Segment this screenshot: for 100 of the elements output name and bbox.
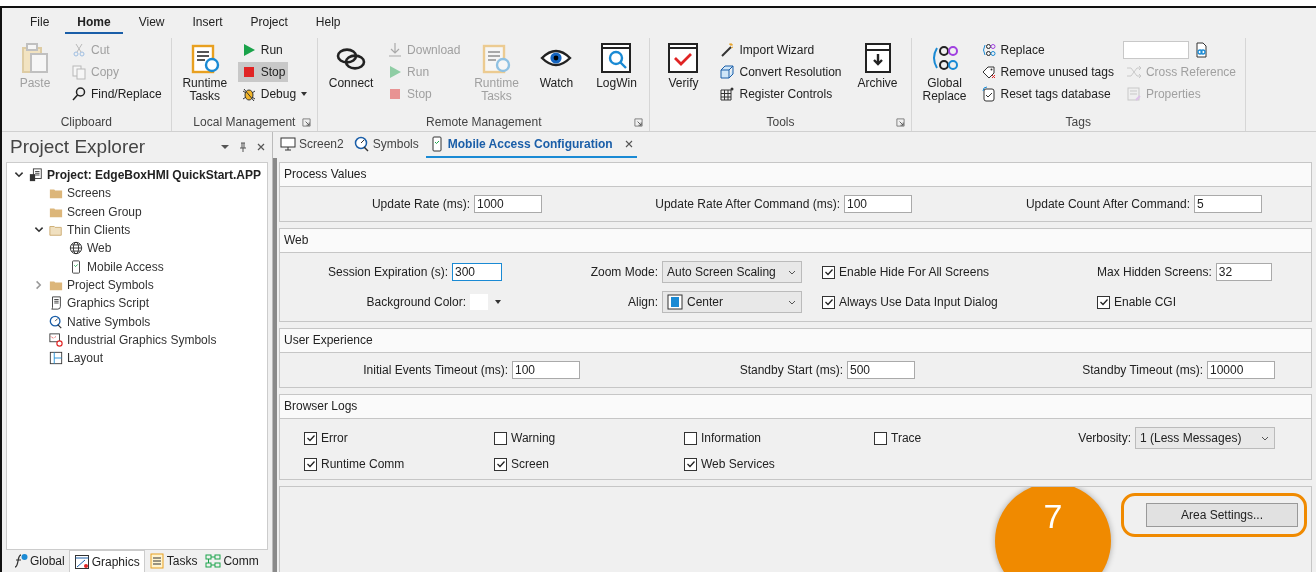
checkbox-label: Web Services bbox=[701, 457, 775, 471]
checkbox[interactable] bbox=[494, 457, 507, 471]
download-icon bbox=[387, 42, 404, 58]
dropdown[interactable]: 1 (Less Messages) bbox=[1135, 427, 1275, 449]
ribbon-button[interactable]: Remove unused tags bbox=[977, 62, 1117, 82]
dropdown[interactable]: Auto Screen Scaling bbox=[662, 261, 802, 283]
checkbox[interactable] bbox=[822, 295, 835, 309]
field-label: Initial Events Timeout (ms): bbox=[363, 363, 508, 377]
panel-tab[interactable]: Global bbox=[8, 550, 69, 572]
ribbon-tab[interactable]: Project bbox=[238, 13, 300, 34]
ribbon-button[interactable]: Convert Resolution bbox=[716, 62, 845, 82]
ribbon-button[interactable]: Import Wizard bbox=[716, 40, 818, 60]
ribbon-tab[interactable]: View bbox=[126, 13, 177, 34]
pin-icon[interactable] bbox=[238, 142, 248, 152]
field-label: Zoom Mode: bbox=[590, 265, 658, 279]
tree-item[interactable]: Graphics Script bbox=[67, 296, 150, 311]
checkmark-window-icon bbox=[667, 42, 700, 74]
database-icon bbox=[980, 86, 997, 102]
dialog-launcher-icon[interactable] bbox=[634, 117, 644, 127]
checkbox-label: Information bbox=[701, 431, 762, 445]
ribbon-tab[interactable]: File bbox=[18, 13, 62, 34]
dropdown-icon[interactable] bbox=[220, 142, 230, 152]
ribbon-button[interactable]: Runtime Tasks bbox=[177, 38, 232, 103]
ribbon-button[interactable]: Connect bbox=[324, 38, 379, 90]
graphics-icon bbox=[73, 553, 90, 570]
panel-title: Project Explorer bbox=[10, 136, 147, 158]
tree-item[interactable]: Thin Clients bbox=[67, 223, 131, 238]
tree-item[interactable]: Mobile Access bbox=[87, 259, 164, 274]
dialog-launcher-icon[interactable] bbox=[895, 117, 905, 127]
panel-tab[interactable]: Graphics bbox=[68, 550, 145, 572]
area-settings-button[interactable]: Area Settings... bbox=[1146, 503, 1298, 527]
ribbon-tab[interactable]: Home bbox=[65, 13, 123, 34]
dropdown[interactable]: Center bbox=[662, 291, 802, 313]
cube-icon bbox=[719, 64, 736, 80]
checkbox[interactable] bbox=[822, 265, 835, 279]
tree-item[interactable]: Screens bbox=[67, 186, 112, 201]
color-picker[interactable] bbox=[470, 294, 502, 310]
panel-tab[interactable]: Comm bbox=[201, 550, 263, 572]
step-badge: 7 bbox=[995, 487, 1111, 572]
close-icon[interactable] bbox=[256, 142, 266, 152]
input-field[interactable]: 5 bbox=[1194, 195, 1262, 213]
bug-icon bbox=[240, 86, 257, 102]
group-label: Tags bbox=[1065, 115, 1091, 129]
shuffle-icon bbox=[1125, 64, 1142, 80]
tree-item[interactable]: Layout bbox=[67, 351, 104, 366]
dialog-launcher-icon[interactable] bbox=[302, 117, 312, 127]
input-field[interactable]: 1000 bbox=[474, 195, 542, 213]
scroll-icon bbox=[49, 296, 63, 311]
document-tab[interactable]: Symbols bbox=[350, 132, 422, 158]
panel-tab[interactable]: Tasks bbox=[144, 550, 202, 572]
input-field[interactable]: 300 bbox=[452, 263, 502, 281]
field-label: Verbosity: bbox=[1078, 431, 1131, 445]
ribbon-button[interactable]: LogWin bbox=[589, 38, 644, 90]
tree-item[interactable]: Web bbox=[87, 241, 112, 256]
group-label: Tools bbox=[766, 115, 795, 129]
field-label: Max Hidden Screens: bbox=[1097, 265, 1212, 279]
input-field[interactable]: 32 bbox=[1215, 263, 1272, 281]
ribbon-button[interactable]: Replace bbox=[977, 40, 1048, 60]
ribbon-button[interactable]: Run bbox=[237, 40, 286, 60]
ribbon-button[interactable]: Stop bbox=[237, 62, 289, 82]
ribbon-tab[interactable]: Help bbox=[303, 13, 353, 34]
input-field[interactable]: 100 bbox=[512, 361, 580, 379]
search-field[interactable] bbox=[1122, 41, 1189, 59]
input-field[interactable]: 500 bbox=[847, 361, 915, 379]
checkbox[interactable] bbox=[684, 431, 697, 445]
monitor-icon bbox=[280, 136, 296, 152]
checkbox[interactable] bbox=[874, 431, 887, 445]
tree-item[interactable]: Industrial Graphics Symbols bbox=[67, 332, 217, 347]
checkbox[interactable] bbox=[684, 457, 697, 471]
checkbox-label: Warning bbox=[511, 431, 556, 445]
ribbon-button[interactable]: Reset tags database bbox=[977, 84, 1114, 104]
function-icon bbox=[12, 553, 28, 569]
ribbon-button[interactable]: Global Replace bbox=[917, 38, 972, 103]
checkbox[interactable] bbox=[304, 431, 317, 445]
checkbox[interactable] bbox=[494, 431, 507, 445]
checkbox[interactable] bbox=[304, 457, 317, 471]
ribbon-button[interactable]: Watch bbox=[529, 38, 584, 90]
scissors-icon bbox=[71, 42, 87, 58]
properties-icon bbox=[1125, 86, 1142, 102]
ribbon-tab[interactable]: Insert bbox=[180, 13, 235, 34]
tree-item[interactable]: Project: EdgeBoxHMI QuickStart.APP bbox=[47, 168, 262, 183]
field-label: Align: bbox=[627, 295, 658, 309]
input-field[interactable]: 100 bbox=[844, 195, 912, 213]
close-icon[interactable] bbox=[623, 139, 634, 149]
tree-item[interactable]: Screen Group bbox=[67, 204, 142, 219]
tree-item[interactable]: Native Symbols bbox=[67, 314, 151, 329]
checkbox-label: Trace bbox=[891, 431, 922, 445]
ribbon-button[interactable]: Debug bbox=[237, 84, 312, 104]
ribbon-button[interactable]: Register Controls bbox=[716, 84, 836, 104]
ribbon-button[interactable]: Find/Replace bbox=[68, 84, 165, 104]
field-label: Update Count After Command: bbox=[1025, 197, 1190, 211]
field-label: Session Expiration (s): bbox=[327, 265, 448, 279]
input-field[interactable]: 10000 bbox=[1207, 361, 1275, 379]
ribbon-button[interactable]: Verify bbox=[656, 38, 711, 90]
tree-item[interactable]: Project Symbols bbox=[67, 277, 154, 292]
window-search-icon bbox=[600, 42, 633, 74]
checkbox[interactable] bbox=[1097, 295, 1110, 309]
ribbon-button[interactable]: Archive bbox=[850, 38, 905, 90]
field-label: Update Rate After Command (ms): bbox=[655, 197, 840, 211]
document-tab[interactable]: Screen2 bbox=[277, 132, 347, 158]
